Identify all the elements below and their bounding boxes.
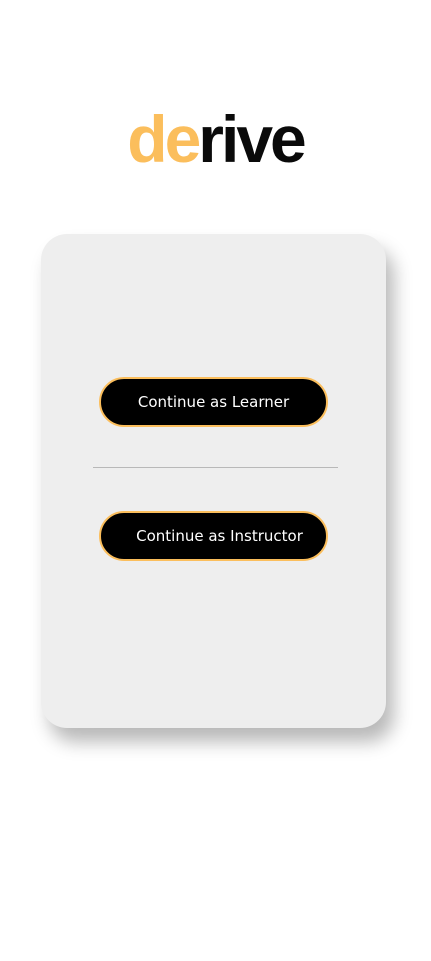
divider	[93, 467, 338, 468]
logo-main-text: rive	[198, 102, 306, 176]
role-selection-card: Continue as Learner Continue as Instruct…	[41, 234, 386, 728]
logo-accent-text: de	[127, 102, 201, 176]
continue-as-learner-button[interactable]: Continue as Learner	[99, 377, 328, 427]
continue-as-learner-label: Continue as Learner	[137, 393, 290, 411]
continue-as-instructor-button[interactable]: Continue as Instructor	[99, 511, 328, 561]
continue-as-instructor-label: Continue as Instructor	[136, 527, 303, 545]
derive-logo: derive	[0, 104, 431, 174]
